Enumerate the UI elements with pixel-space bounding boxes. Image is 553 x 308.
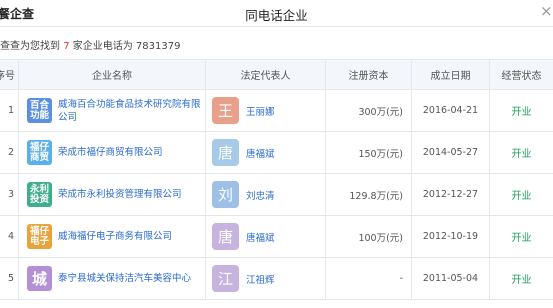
rep-name-link[interactable]: 江祖辉 — [246, 272, 275, 286]
capital-value: 300万(元) — [325, 89, 412, 132]
date-value: 2011-05-04 — [411, 257, 490, 300]
table-row: 3 永利 投资 荣成市永利投资管理有限公司 刘 刘忠清 129.8万(元) 201… — [0, 173, 553, 216]
company-cell: 永利 投资 荣成市永利投资管理有限公司 — [18, 173, 206, 216]
col-company: 企业名称 — [18, 59, 206, 90]
company-name-link[interactable]: 威海百合功能食品技术研究院有限公司 — [58, 98, 205, 124]
rep-cell: 刘 刘忠清 — [205, 173, 326, 216]
col-rep: 法定代表人 — [205, 59, 326, 90]
result-summary: 查查为您找到 7 家企业电话为 7831379 — [0, 37, 180, 52]
col-index: 序号 — [0, 59, 19, 90]
status-badge: 开业 — [489, 173, 553, 216]
company-logo[interactable]: 百合 功能 — [27, 98, 52, 123]
rep-name-link[interactable]: 唐福斌 — [246, 230, 275, 244]
rep-avatar[interactable]: 唐 — [212, 223, 239, 250]
date-value: 2016-04-21 — [411, 89, 490, 132]
rep-cell: 江 江祖辉 — [205, 257, 326, 300]
company-logo[interactable]: 永利 投资 — [27, 182, 52, 207]
table-row: 5 城 泰宁县城关保持洁汽车美容中心 江 江祖辉 - 2011-05-04 开业 — [0, 257, 553, 300]
capital-value: 129.8万(元) — [325, 173, 412, 216]
rep-name-link[interactable]: 唐福斌 — [246, 146, 275, 160]
table-row: 4 福仔 电子 威海福仔电子商务有限公司 唐 唐福斌 100万(元) 2012-1… — [0, 215, 553, 258]
company-name-link[interactable]: 荣成市永利投资管理有限公司 — [58, 188, 182, 201]
company-logo[interactable]: 福仔 商贸 — [27, 140, 52, 165]
company-cell: 城 泰宁县城关保持洁汽车美容中心 — [18, 257, 206, 300]
table-row: 1 百合 功能 威海百合功能食品技术研究院有限公司 王 王丽娜 300万(元) 2… — [0, 89, 553, 132]
capital-value: 100万(元) — [325, 215, 412, 258]
summary-suffix: 家企业电话为 7831379 — [72, 41, 181, 52]
col-capital: 注册资本 — [325, 59, 412, 90]
rep-avatar[interactable]: 唐 — [212, 139, 239, 166]
rep-cell: 唐 唐福斌 — [205, 131, 326, 174]
rep-cell: 王 王丽娜 — [205, 89, 326, 132]
company-table: 序号 企业名称 法定代表人 注册资本 成立日期 经营状态 1 百合功能 威海百合… — [0, 59, 553, 300]
rep-avatar[interactable]: 刘 — [212, 181, 239, 208]
status-badge: 开业 — [489, 89, 553, 132]
summary-prefix: 查查为您找到 — [0, 41, 60, 52]
status-badge: 开业 — [489, 257, 553, 300]
capital-value: - — [325, 257, 412, 300]
row-index: 3 — [0, 173, 19, 216]
rep-avatar[interactable]: 王 — [212, 97, 239, 124]
company-cell: 百合 功能 威海百合功能食品技术研究院有限公司 — [18, 89, 206, 132]
date-value: 2012-12-27 — [411, 173, 490, 216]
company-name-link[interactable]: 威海福仔电子商务有限公司 — [58, 230, 172, 243]
col-status: 经营状态 — [489, 59, 553, 90]
row-index: 4 — [0, 215, 19, 258]
capital-value: 150万(元) — [325, 131, 412, 174]
date-value: 2014-05-27 — [411, 131, 490, 174]
row-index: 2 — [0, 131, 19, 174]
table-header-row: 序号 企业名称 法定代表人 注册资本 成立日期 经营状态 — [0, 59, 553, 90]
company-cell: 福仔 商贸 荣成市福仔商贸有限公司 — [18, 131, 206, 174]
col-date: 成立日期 — [411, 59, 490, 90]
rep-cell: 唐 唐福斌 — [205, 215, 326, 258]
dialog-title: 同电话企业 — [245, 8, 308, 23]
status-badge: 开业 — [489, 215, 553, 258]
company-logo[interactable]: 城 — [27, 266, 52, 291]
close-icon[interactable]: × — [540, 2, 553, 20]
row-index: 1 — [0, 89, 19, 132]
company-cell: 福仔 电子 威海福仔电子商务有限公司 — [18, 215, 206, 258]
result-count: 7 — [63, 41, 70, 52]
company-name-link[interactable]: 泰宁县城关保持洁汽车美容中心 — [58, 272, 191, 285]
status-badge: 开业 — [489, 131, 553, 174]
table-row: 2 福仔 商贸 荣成市福仔商贸有限公司 唐 唐福斌 150万(元) 2014-05… — [0, 131, 553, 174]
company-name-link[interactable]: 荣成市福仔商贸有限公司 — [58, 146, 163, 159]
dialog-titlebar: 餐企查 同电话企业 × — [0, 0, 553, 27]
row-index: 5 — [0, 257, 19, 300]
rep-name-link[interactable]: 刘忠清 — [246, 188, 275, 202]
rep-name-link[interactable]: 王丽娜 — [246, 104, 275, 118]
company-logo[interactable]: 福仔 电子 — [27, 224, 52, 249]
date-value: 2012-10-19 — [411, 215, 490, 258]
rep-avatar[interactable]: 江 — [212, 265, 239, 292]
